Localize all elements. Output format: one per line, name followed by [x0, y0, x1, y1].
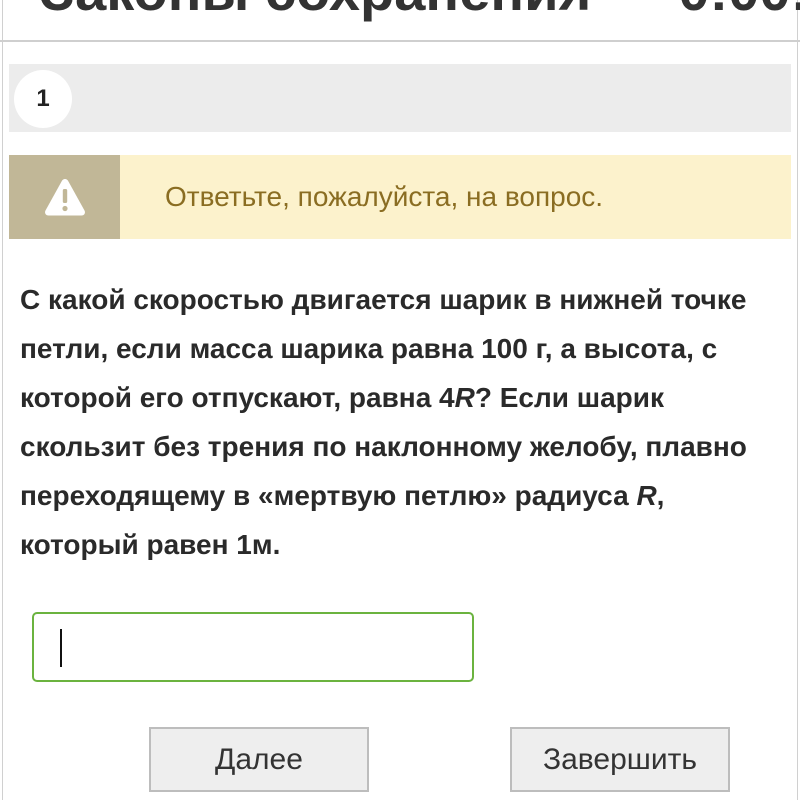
answer-input[interactable] [32, 612, 474, 682]
finish-button[interactable]: Завершить [510, 727, 730, 792]
alert-banner: Ответьте, пожалуйста, на вопрос. [9, 155, 791, 239]
warning-triangle-icon [44, 179, 85, 216]
next-button[interactable]: Далее [149, 727, 369, 792]
page-title: Законы сохранения — 0:00:0 [40, 0, 800, 23]
alert-message: Ответьте, пожалуйста, на вопрос. [165, 181, 604, 212]
question-header-bar [9, 64, 791, 132]
alert-icon-box [9, 155, 120, 239]
question-number-badge: 1 [14, 70, 72, 128]
symbol-r: R [454, 382, 475, 413]
text-cursor [60, 629, 62, 667]
header-divider [0, 40, 800, 42]
symbol-r: R [636, 480, 657, 511]
question-text: С какой скоростью двигается шарик в нижн… [20, 275, 790, 569]
